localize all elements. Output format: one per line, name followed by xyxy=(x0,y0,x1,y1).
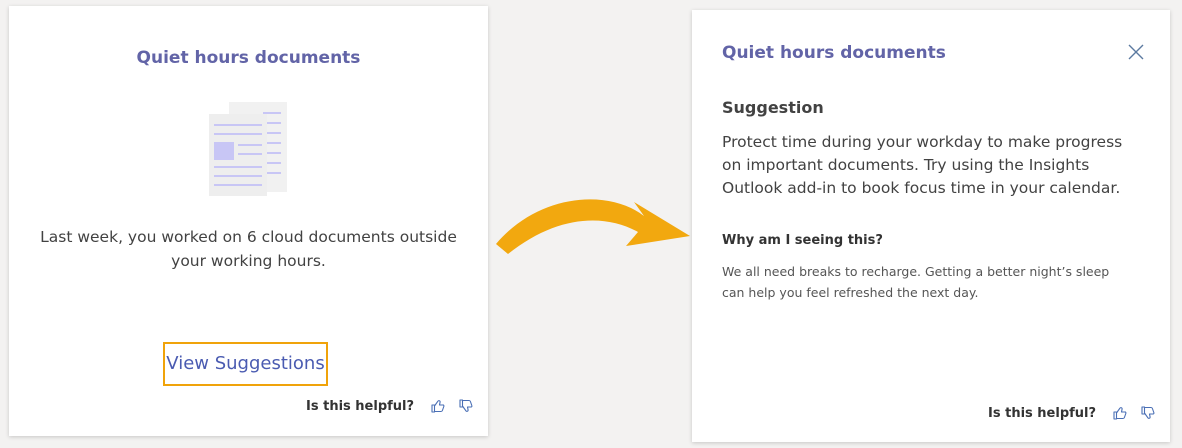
summary-card: Quiet hours documents Last week, you wor… xyxy=(9,6,488,436)
suggestion-body: Protect time during your workday to make… xyxy=(722,133,1123,197)
suggestion-heading: Suggestion xyxy=(722,98,824,117)
feedback-bar: Is this helpful? xyxy=(988,405,1162,421)
curved-arrow xyxy=(496,199,690,254)
feedback-bar: Is this helpful? xyxy=(306,398,480,414)
thumbs-up-icon[interactable] xyxy=(1112,405,1128,421)
why-heading: Why am I seeing this? xyxy=(722,233,883,248)
feedback-label: Is this helpful? xyxy=(306,398,415,414)
detail-card-title: Quiet hours documents xyxy=(722,43,946,63)
thumbs-down-icon[interactable] xyxy=(1140,405,1156,421)
feedback-label: Is this helpful? xyxy=(988,405,1097,421)
close-icon[interactable] xyxy=(1127,43,1145,61)
view-suggestions-link[interactable]: View Suggestions xyxy=(163,342,328,386)
summary-card-body: Last week, you worked on 6 cloud documen… xyxy=(40,228,457,270)
summary-card-title: Quiet hours documents xyxy=(136,48,361,68)
thumbs-up-icon[interactable] xyxy=(430,398,446,414)
why-body: We all need breaks to recharge. Getting … xyxy=(722,264,1110,300)
thumbs-down-icon[interactable] xyxy=(458,398,474,414)
documents-illustration xyxy=(209,102,287,196)
detail-card: Quiet hours documents Suggestion Protect… xyxy=(692,10,1170,442)
